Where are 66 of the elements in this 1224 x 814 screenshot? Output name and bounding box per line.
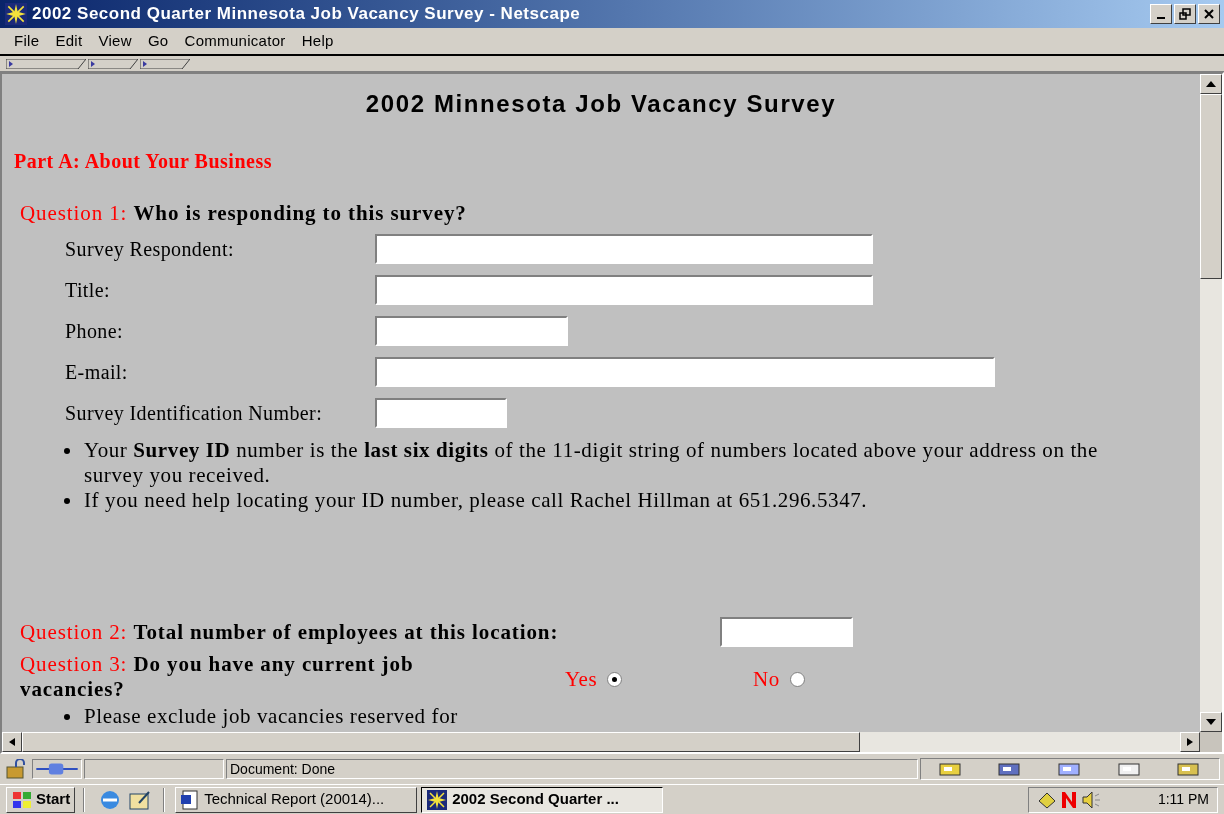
text-field[interactable] (720, 617, 853, 648)
question-heading: Question 3: Do you have any current job vacancies? (20, 652, 415, 702)
note-text: Your Survey ID number is the last six digits of the 11-digit string of numbers located above your address on the survey you received. (84, 437, 1099, 488)
field-label: Title: (64, 277, 112, 303)
text-field[interactable] (375, 356, 995, 387)
taskbar-button[interactable]: Technical Report (20014)... (175, 786, 418, 813)
scrollbar-thumb[interactable] (1200, 94, 1222, 279)
question-heading: Question 2: Total number of employees at this location: (20, 618, 560, 646)
section-heading: Part A: About Your Business (13, 149, 273, 174)
window-title: 2002 Second Quarter Minnesota Job Vacancy Survey - Netscape (32, 3, 581, 26)
netscape-icon (426, 789, 449, 810)
netscape-icon (4, 3, 28, 25)
bullet-icon (64, 714, 70, 720)
document-icon (180, 789, 201, 810)
menu-item[interactable]: Help (293, 29, 342, 53)
scroll-up-button[interactable] (1200, 74, 1222, 94)
option-label: No (753, 666, 780, 693)
start-button[interactable]: Start (6, 786, 76, 813)
down-arrow-icon (1206, 719, 1216, 725)
text-field[interactable] (375, 397, 507, 428)
left-arrow-icon (9, 738, 15, 746)
restore-icon (1179, 8, 1191, 20)
close-button[interactable] (1198, 4, 1220, 24)
toolbar-tab-icon[interactable] (6, 58, 86, 69)
field-label: Phone: (64, 318, 124, 344)
toolbar-tab-icon[interactable] (140, 58, 190, 69)
toolbar-tab-icon[interactable] (88, 58, 138, 69)
minimize-icon (1157, 17, 1165, 19)
restore-button[interactable] (1174, 4, 1196, 24)
page-heading: 2002 Minnesota Job Vacancy Survey (364, 89, 838, 119)
scroll-down-button[interactable] (1200, 712, 1222, 732)
note-text: If you need help locating your ID number, please call Rachel Hillman at 651.296.5347. (84, 487, 868, 513)
option-label: Yes (565, 666, 598, 693)
scrollbar-thumb[interactable] (22, 732, 860, 752)
up-arrow-icon (1206, 81, 1216, 87)
question-heading: Question 1: Who is responding to this survey? (19, 200, 468, 227)
menu-item[interactable]: Edit (47, 29, 91, 53)
minimize-button[interactable] (1150, 4, 1172, 24)
note-text: Please exclude job vacancies reserved for (84, 704, 458, 729)
right-arrow-icon (1187, 738, 1193, 746)
scroll-right-button[interactable] (1180, 732, 1200, 752)
clock: 1:11 PM (1157, 790, 1209, 809)
field-label: E-mail: (64, 359, 129, 385)
menu-item[interactable]: File (6, 29, 48, 53)
field-label: Survey Respondent: (64, 236, 235, 263)
text-field[interactable] (375, 274, 873, 305)
scroll-left-button[interactable] (2, 732, 22, 752)
bullet-icon (64, 447, 70, 454)
bullet-icon (64, 497, 70, 504)
menu-item[interactable]: Go (139, 29, 177, 53)
text-field[interactable] (375, 233, 873, 264)
menu-item[interactable]: Communicator (176, 29, 294, 53)
text-field[interactable] (375, 315, 568, 346)
scrollbar-corner (1200, 732, 1222, 752)
windows-logo-icon (11, 790, 33, 809)
speaker-icon[interactable] (1081, 790, 1103, 809)
close-icon (1203, 8, 1215, 20)
horizontal-scrollbar[interactable] (2, 732, 1200, 752)
radio-button[interactable] (607, 672, 623, 688)
field-label: Survey Identification Number: (64, 400, 324, 427)
taskbar-button[interactable]: 2002 Second Quarter ... (421, 786, 664, 813)
vertical-scrollbar[interactable] (1200, 74, 1222, 752)
status-text: Document: Done (230, 759, 336, 779)
menu-item[interactable]: View (90, 29, 140, 53)
radio-button[interactable] (789, 672, 805, 688)
connection-icon[interactable] (32, 759, 82, 779)
